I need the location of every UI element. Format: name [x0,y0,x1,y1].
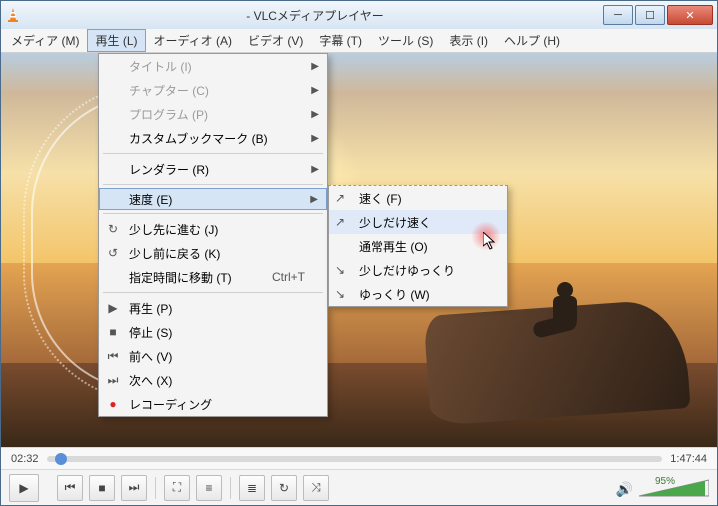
playback-menu-item[interactable]: ↻ 少し先に進む (J) [99,217,327,241]
menu-item-icon: ■ [105,325,121,339]
playback-menu-item[interactable]: カスタムブックマーク (B) ▶ [99,126,327,150]
menu-item[interactable]: ビデオ (V) [240,29,311,52]
volume-slider[interactable] [639,478,709,498]
playback-menu-item[interactable]: ⏭ 次へ (X) [99,368,327,392]
stop-button[interactable]: ■ [89,475,115,501]
speaker-icon[interactable]: 🔊 [616,481,633,498]
maximize-button[interactable]: ☐ [635,5,665,25]
submenu-arrow-icon: ▶ [311,164,319,175]
close-button[interactable]: ✕ [667,5,713,25]
menu-item-label: 前へ (V) [129,348,172,365]
playback-menu-item: プログラム (P) ▶ [99,102,327,126]
menu-item-shortcut: Ctrl+T [272,270,305,284]
playback-menu-item[interactable]: 速度 (E) ▶ [99,188,327,210]
menu-item[interactable]: メディア (M) [3,29,87,52]
playback-menu-item[interactable]: ● レコーディング [99,392,327,416]
playlist-button[interactable]: ≣ [239,475,265,501]
minimize-button[interactable]: ─ [603,5,633,25]
menu-item-label: タイトル (I) [129,58,192,75]
speed-submenu: ↗ 速く (F) ↗ 少しだけ速く通常再生 (O) ↘ 少しだけゆっくり ↘ ゆっくり (W) [328,185,508,307]
loop-button[interactable]: ↻ [271,475,297,501]
menu-item-icon: ⏭ [105,373,121,388]
window-title: - VLCメディアプレイヤー [27,7,603,24]
menu-item-label: カスタムブックマーク (B) [129,130,268,147]
seek-slider[interactable] [47,456,663,462]
speed-menu-item[interactable]: ↘ 少しだけゆっくり [329,258,507,282]
speed-curve-icon: ↗ [335,215,345,229]
menu-item[interactable]: 字幕 (T) [311,29,370,52]
play-button[interactable]: ▶ [9,474,39,502]
submenu-arrow-icon: ▶ [311,85,319,96]
speed-menu-item[interactable]: 通常再生 (O) [329,234,507,258]
menu-item-icon: ↻ [105,222,121,236]
menu-item-icon: ↺ [105,246,121,260]
menu-item-label: 少しだけ速く [359,214,431,231]
time-current: 02:32 [11,453,39,465]
menu-item-label: レンダラー (R) [129,161,209,178]
menu-item-label: 通常再生 (O) [359,238,428,255]
seek-knob[interactable] [55,453,67,465]
volume-area: 🔊 95% [616,478,709,498]
menu-item-icon: ⏮ [105,349,121,364]
titlebar: - VLCメディアプレイヤー ─ ☐ ✕ [1,1,717,29]
menu-item-label: 次へ (X) [129,372,172,389]
submenu-arrow-icon: ▶ [311,61,319,72]
time-bar: 02:32 1:47:44 [1,447,717,469]
controls-toolbar: ▶ ⏮ ■ ⏭ ⛶ ≡ ≣ ↻ ⤨ 🔊 95% [1,469,717,505]
ext-settings-button[interactable]: ≡ [196,475,222,501]
menu-item-icon: ● [105,397,121,411]
menu-item[interactable]: オーディオ (A) [146,29,241,52]
menu-item-label: 少し先に進む (J) [129,221,218,238]
menu-item-label: 少しだけゆっくり [359,262,455,279]
speed-menu-item[interactable]: ↗ 少しだけ速く [329,210,507,234]
menu-item-label: 速く (F) [359,190,402,207]
playback-menu-item[interactable]: レンダラー (R) ▶ [99,157,327,181]
next-button[interactable]: ⏭ [121,475,147,501]
speed-curve-icon: ↗ [335,191,345,205]
menu-item-label: 速度 (E) [129,191,172,208]
menu-item-label: 指定時間に移動 (T) [129,269,232,286]
menu-item[interactable]: 再生 (L) [87,29,145,52]
playback-menu-item: タイトル (I) ▶ [99,54,327,78]
menu-item[interactable]: ヘルプ (H) [496,29,568,52]
prev-button[interactable]: ⏮ [57,475,83,501]
menu-item-label: チャプター (C) [129,82,209,99]
video-area[interactable]: タイトル (I)▶チャプター (C)▶プログラム (P)▶カスタムブックマーク … [1,53,717,447]
playback-menu-item[interactable]: ⏮ 前へ (V) [99,344,327,368]
speed-curve-icon: ↘ [335,287,345,301]
playback-menu-item[interactable]: ▶ 再生 (P) [99,296,327,320]
fullscreen-button[interactable]: ⛶ [164,475,190,501]
vlc-cone-icon [5,7,21,23]
menu-item-label: ゆっくり (W) [359,286,430,303]
menu-item-label: 少し前に戻る (K) [129,245,220,262]
vlc-window: - VLCメディアプレイヤー ─ ☐ ✕ メディア (M)再生 (L)オーディオ… [0,0,718,506]
shuffle-button[interactable]: ⤨ [303,475,329,501]
menu-item-label: 再生 (P) [129,300,172,317]
time-total: 1:47:44 [670,453,707,465]
speed-menu-item[interactable]: ↘ ゆっくり (W) [329,282,507,306]
menu-item-icon: ▶ [105,301,121,315]
playback-menu-item: チャプター (C) ▶ [99,78,327,102]
playback-menu: タイトル (I)▶チャプター (C)▶プログラム (P)▶カスタムブックマーク … [98,53,328,417]
submenu-arrow-icon: ▶ [311,109,319,120]
playback-menu-item[interactable]: ■ 停止 (S) [99,320,327,344]
submenu-arrow-icon: ▶ [310,194,318,205]
menu-item-label: レコーディング [129,396,212,413]
speed-curve-icon: ↘ [335,263,345,277]
menu-item[interactable]: ツール (S) [370,29,441,52]
playback-menu-item[interactable]: 指定時間に移動 (T) Ctrl+T [99,265,327,289]
playback-menu-item[interactable]: ↺ 少し前に戻る (K) [99,241,327,265]
speed-menu-item[interactable]: ↗ 速く (F) [329,186,507,210]
menu-item-label: プログラム (P) [129,106,208,123]
menubar: メディア (M)再生 (L)オーディオ (A)ビデオ (V)字幕 (T)ツール … [1,29,717,53]
submenu-arrow-icon: ▶ [311,133,319,144]
window-buttons: ─ ☐ ✕ [603,5,713,25]
menu-item[interactable]: 表示 (I) [441,29,496,52]
menu-item-label: 停止 (S) [129,324,172,341]
